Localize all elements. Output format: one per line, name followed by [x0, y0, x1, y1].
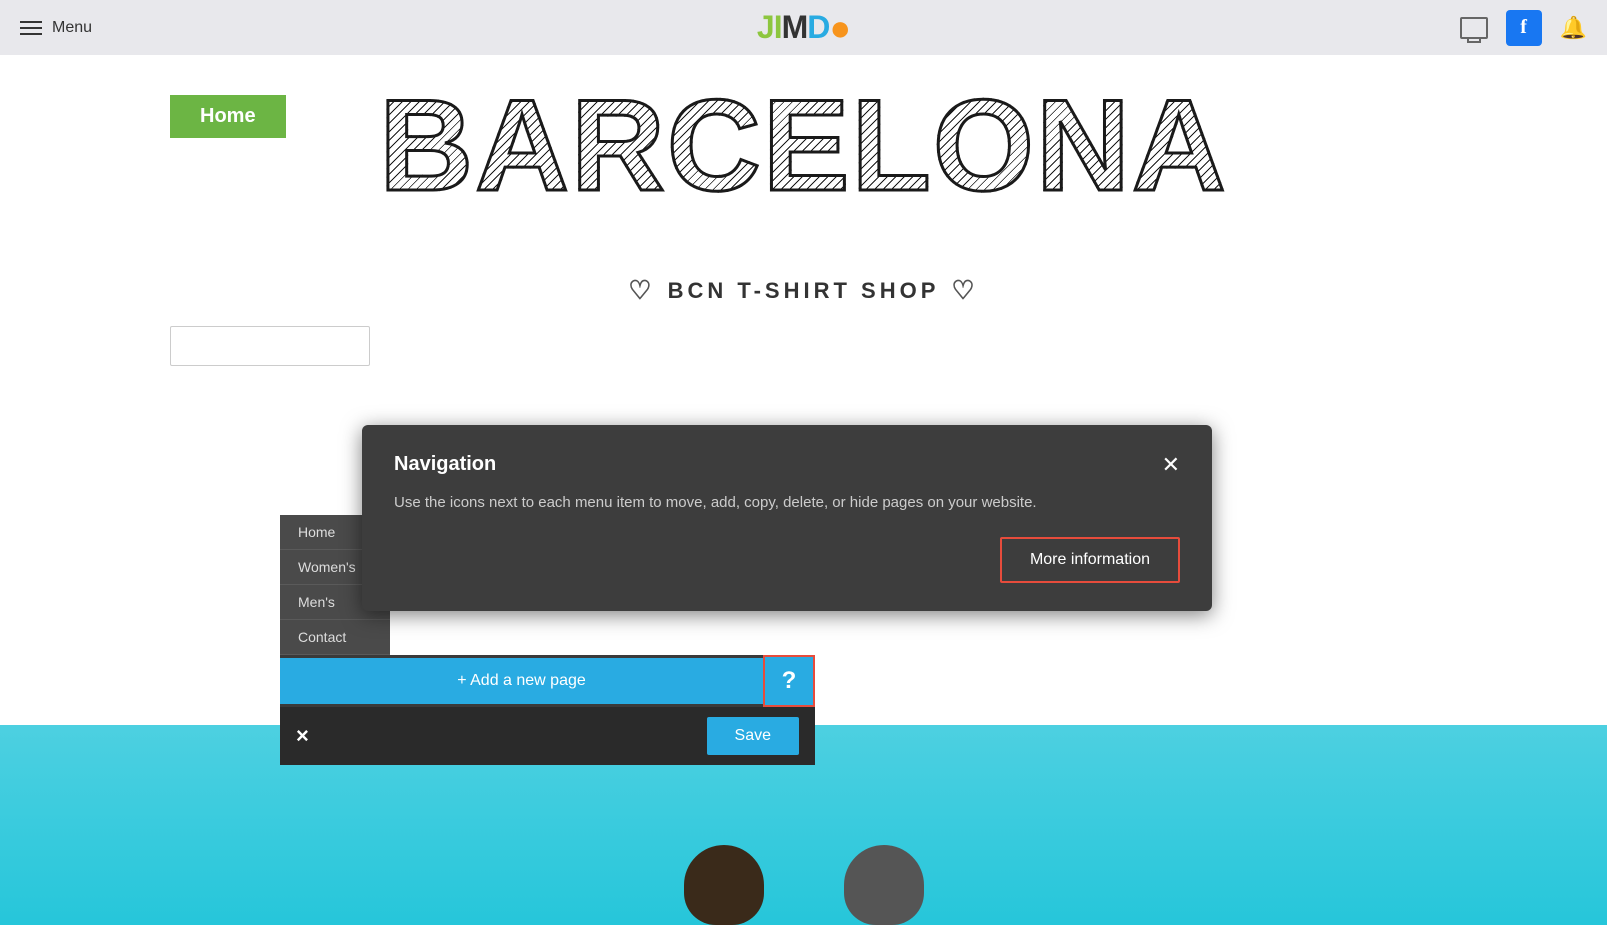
add-new-page-button[interactable]: + Add a new page [280, 658, 763, 704]
monitor-icon[interactable] [1460, 17, 1488, 39]
nav-area [0, 326, 1607, 366]
nav-search-box [170, 326, 370, 366]
help-button[interactable]: ? [763, 655, 815, 707]
cancel-button[interactable]: × [296, 723, 309, 749]
person-head-2 [844, 845, 924, 925]
add-page-row: + Add a new page ? [280, 655, 815, 707]
info-panel-header: Navigation ✕ [394, 453, 1180, 476]
top-bar-left: Menu [20, 19, 92, 37]
bell-icon[interactable]: 🔔 [1560, 15, 1587, 41]
bottom-panel: + Add a new page ? × Save [280, 655, 815, 765]
more-information-button[interactable]: More information [1000, 537, 1180, 583]
nav-item-contact[interactable]: Contact [280, 620, 390, 655]
info-panel-description: Use the icons next to each menu item to … [394, 492, 1180, 515]
person-head-1 [684, 845, 764, 925]
save-button[interactable]: Save [707, 717, 799, 755]
save-row: × Save [280, 707, 815, 765]
menu-icon[interactable] [20, 21, 42, 35]
navigation-info-panel: Navigation ✕ Use the icons next to each … [362, 425, 1212, 611]
top-bar: Menu JIMD● f 🔔 [0, 0, 1607, 55]
main-content: BARCELONA ♡ BCN T-SHIRT SHOP ♡ Home Home… [0, 55, 1607, 925]
home-bar-label: Home [200, 105, 256, 127]
people-silhouettes [684, 845, 924, 925]
top-bar-right: f 🔔 [1460, 10, 1587, 46]
home-bar: Home [170, 95, 286, 138]
facebook-button[interactable]: f [1506, 10, 1542, 46]
logo-d: D [807, 9, 829, 46]
logo-j: JI [757, 9, 782, 46]
info-panel-close-button[interactable]: ✕ [1162, 454, 1180, 476]
info-panel-footer: More information [394, 537, 1180, 583]
menu-label: Menu [52, 19, 92, 37]
barcelona-title-container: BARCELONA [0, 55, 1607, 285]
logo-o: ● [829, 7, 850, 49]
logo-m: M [782, 9, 808, 46]
barcelona-title: BARCELONA [379, 80, 1228, 210]
jimdo-logo: JIMD● [757, 7, 850, 49]
info-panel-title: Navigation [394, 453, 496, 476]
